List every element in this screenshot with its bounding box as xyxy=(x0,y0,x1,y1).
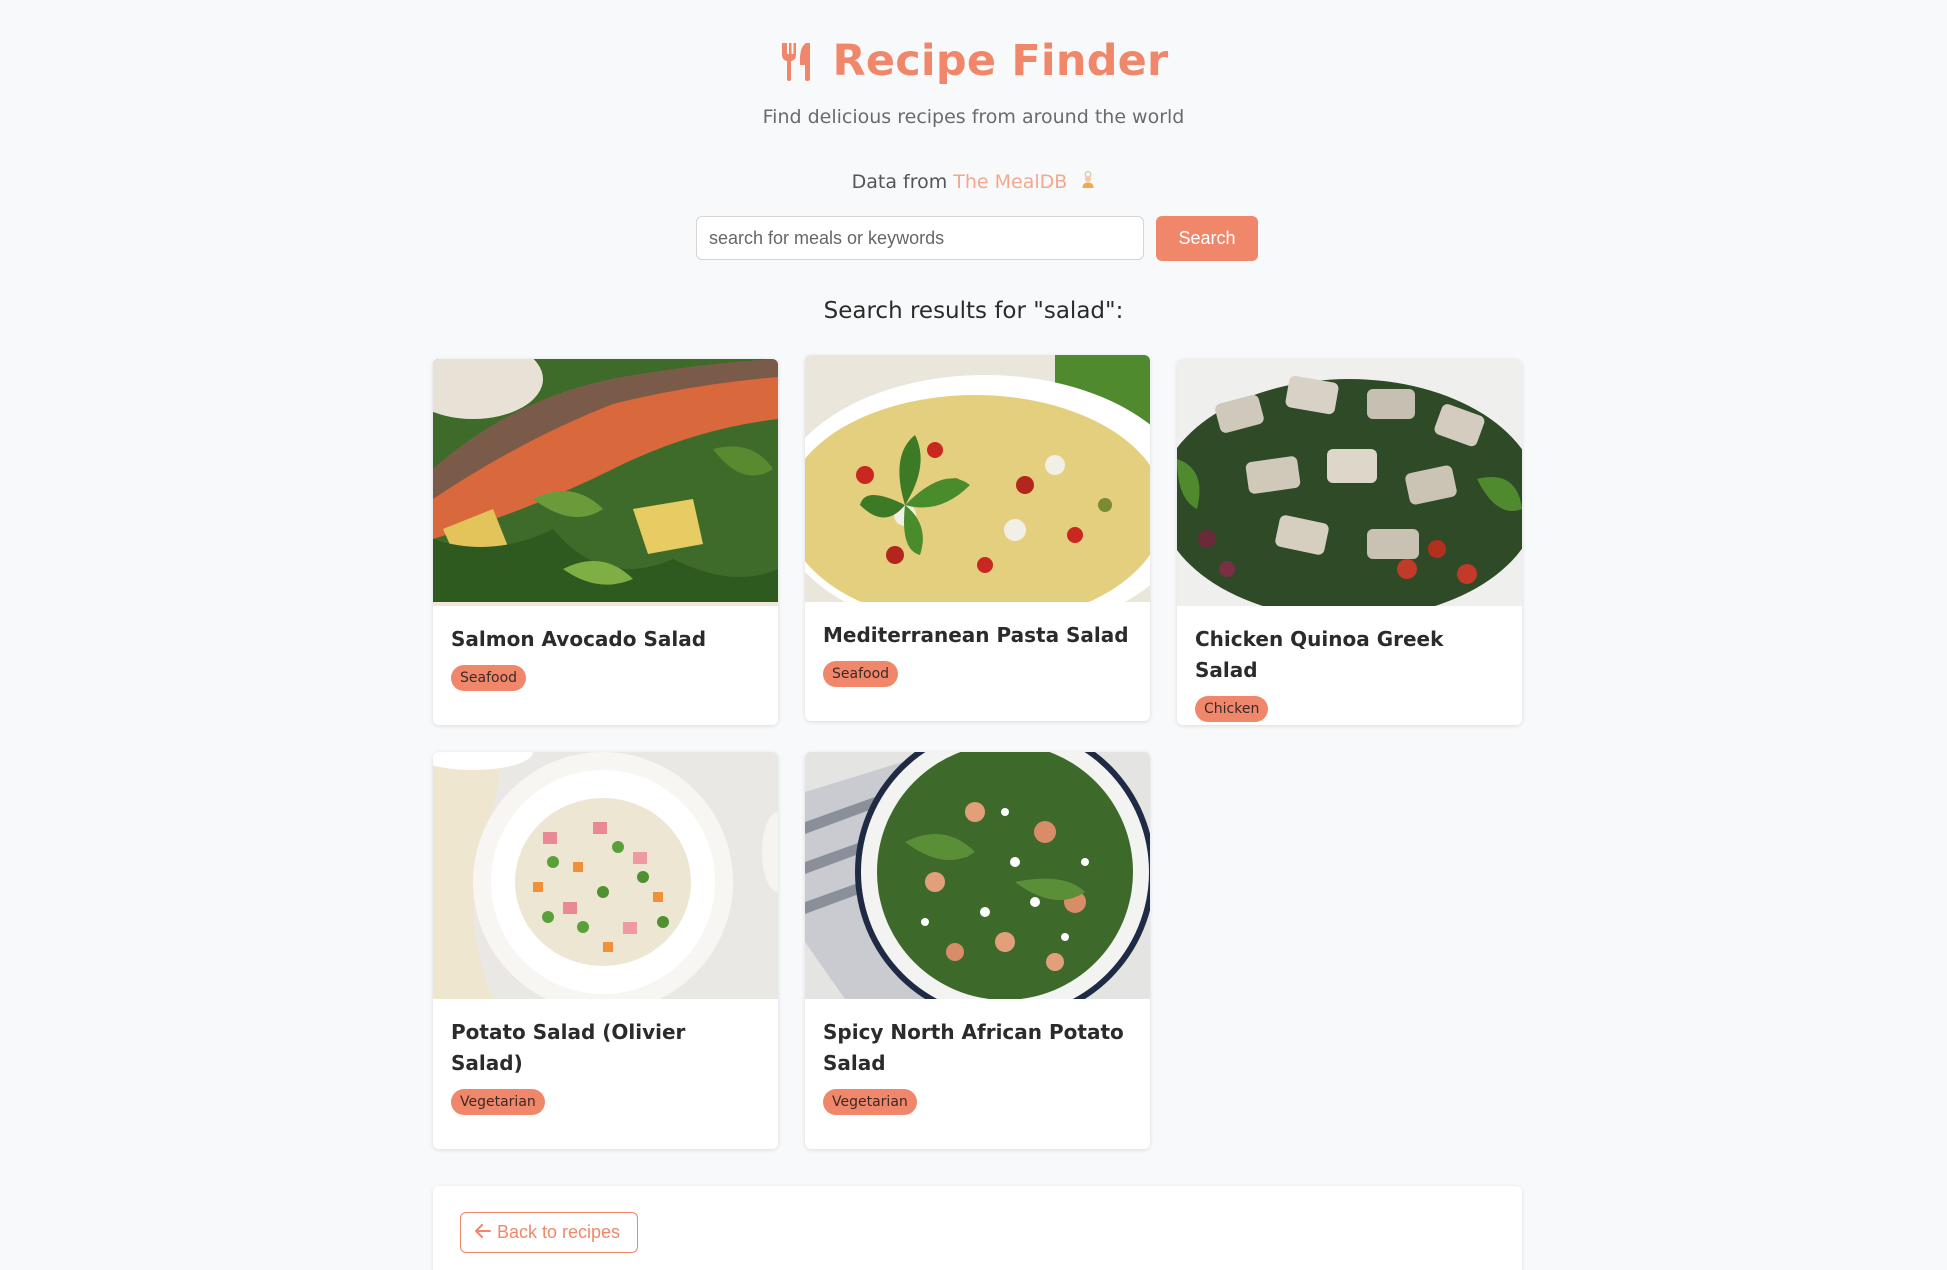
search-input[interactable] xyxy=(696,216,1144,260)
page-subtitle: Find delicious recipes from around the w… xyxy=(762,106,1185,128)
recipe-image xyxy=(433,359,778,606)
recipe-title: Potato Salad (Olivier Salad) xyxy=(451,1020,686,1075)
category-badge: Seafood xyxy=(451,665,527,691)
recipe-image xyxy=(433,752,778,999)
recipe-title: Spicy North African Potato Salad xyxy=(823,1020,1124,1075)
back-to-recipes-button[interactable]: Back to recipes xyxy=(460,1212,639,1253)
category-badge: Chicken xyxy=(1195,696,1269,722)
recipe-card[interactable]: Chicken Quinoa Greek Salad Chicken xyxy=(1177,359,1522,725)
brand: Recipe Finder xyxy=(779,36,1169,86)
results-heading: Search results for "salad": xyxy=(823,298,1124,324)
recipe-card[interactable]: Potato Salad (Olivier Salad) Vegetarian xyxy=(433,752,778,1149)
page: Recipe Finder Find delicious recipes fro… xyxy=(0,0,1947,1270)
chef-icon xyxy=(1081,171,1095,194)
recipe-image xyxy=(805,355,1150,602)
recipe-title: Salmon Avocado Salad xyxy=(451,627,707,651)
back-button-label: Back to recipes xyxy=(497,1222,621,1242)
footer-panel: Back to recipes xyxy=(433,1186,1522,1270)
category-badge: Vegetarian xyxy=(823,1089,917,1115)
recipe-card[interactable]: Salmon Avocado Salad Seafood xyxy=(433,359,778,725)
recipe-card[interactable]: Spicy North African Potato Salad Vegetar… xyxy=(805,752,1150,1149)
arrow-left-icon xyxy=(475,1222,491,1243)
category-badge: Vegetarian xyxy=(451,1089,545,1115)
search-button[interactable]: Search xyxy=(1156,216,1258,261)
recipe-image xyxy=(1177,359,1522,606)
header: Recipe Finder xyxy=(0,36,1947,86)
mealdb-link[interactable]: The MealDB xyxy=(953,171,1067,193)
recipe-card[interactable]: Mediterranean Pasta Salad Seafood xyxy=(805,355,1150,721)
page-title: Recipe Finder xyxy=(832,36,1169,86)
search-bar: Search xyxy=(696,216,1258,261)
recipe-title: Mediterranean Pasta Salad xyxy=(823,623,1129,647)
utensils-icon xyxy=(779,41,815,81)
recipe-image xyxy=(805,752,1150,999)
attribution-prefix: Data from xyxy=(851,171,948,193)
recipe-title: Chicken Quinoa Greek Salad xyxy=(1195,627,1444,682)
attribution: Data from The MealDB xyxy=(0,171,1947,194)
category-badge: Seafood xyxy=(823,661,899,687)
